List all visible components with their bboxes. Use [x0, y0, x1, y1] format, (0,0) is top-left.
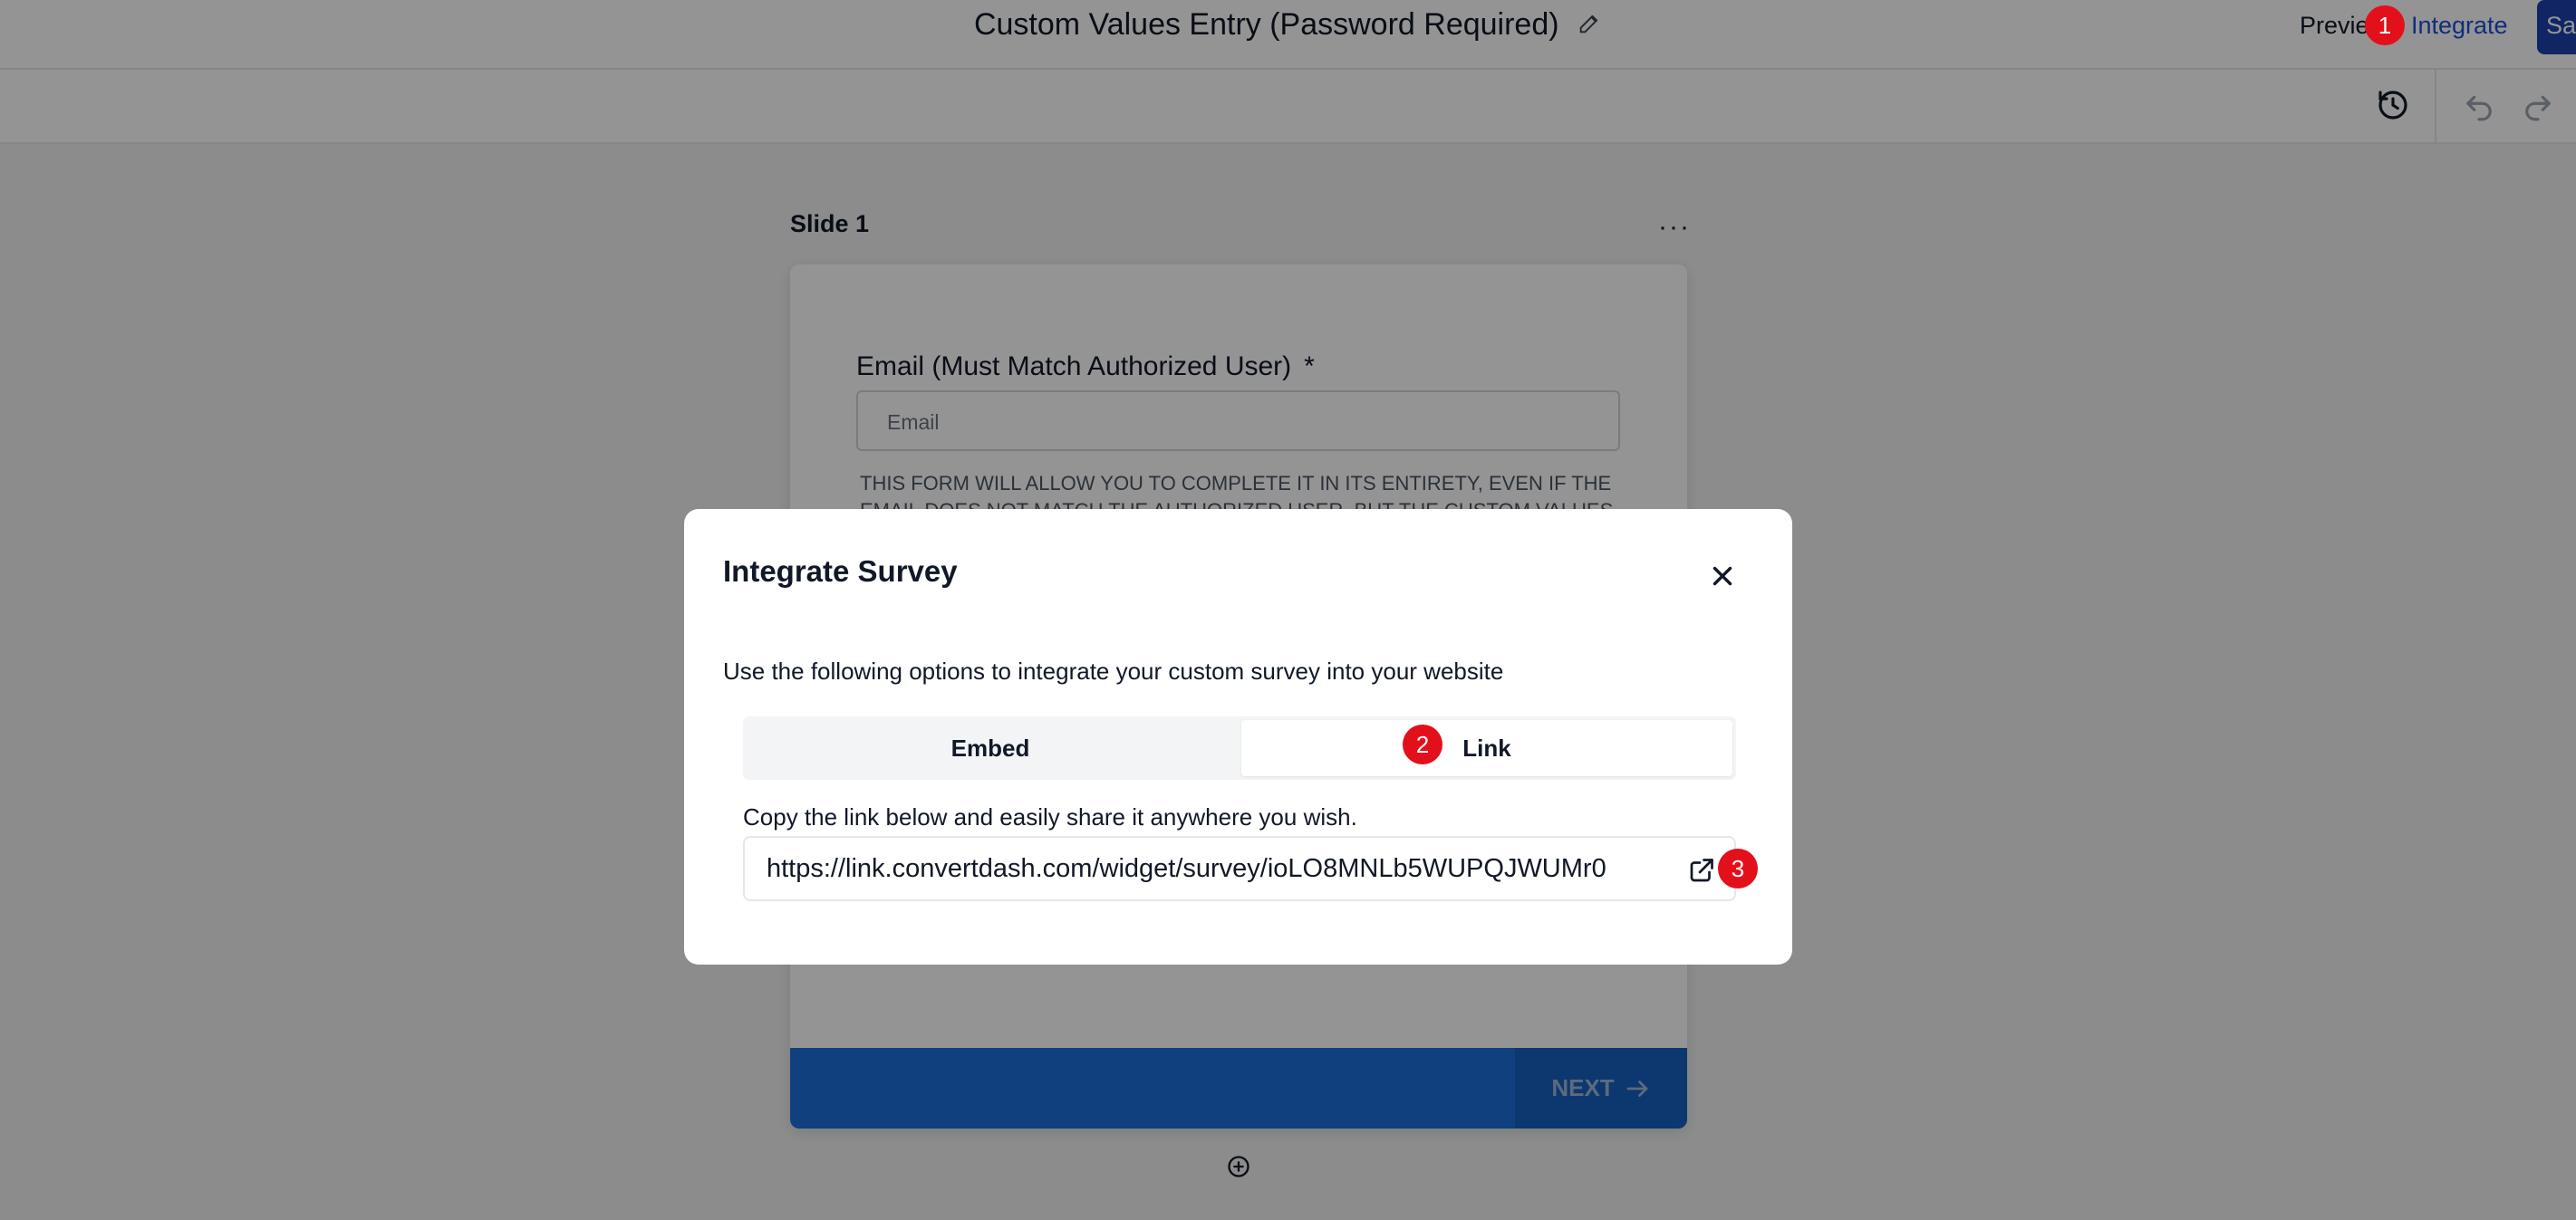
survey-link-field[interactable]: https://link.convertdash.com/widget/surv… [743, 836, 1736, 901]
tab-embed[interactable]: Embed [747, 720, 1234, 776]
modal-description: Use the following options to integrate y… [723, 658, 1504, 685]
survey-url[interactable]: https://link.convertdash.com/widget/surv… [767, 854, 1606, 884]
close-icon[interactable] [1707, 561, 1738, 591]
annotation-badge-2: 2 [1403, 725, 1442, 764]
annotation-badge-3: 3 [1718, 849, 1758, 889]
integrate-survey-modal: Integrate Survey Use the following optio… [684, 509, 1792, 965]
integration-tabs: Embed Link [743, 716, 1736, 780]
tab-link[interactable]: Link [1241, 720, 1732, 776]
external-link-icon[interactable] [1686, 853, 1719, 886]
link-description: Copy the link below and easily share it … [743, 803, 1357, 831]
annotation-badge-1: 1 [2365, 5, 2405, 45]
modal-title: Integrate Survey [723, 554, 958, 588]
